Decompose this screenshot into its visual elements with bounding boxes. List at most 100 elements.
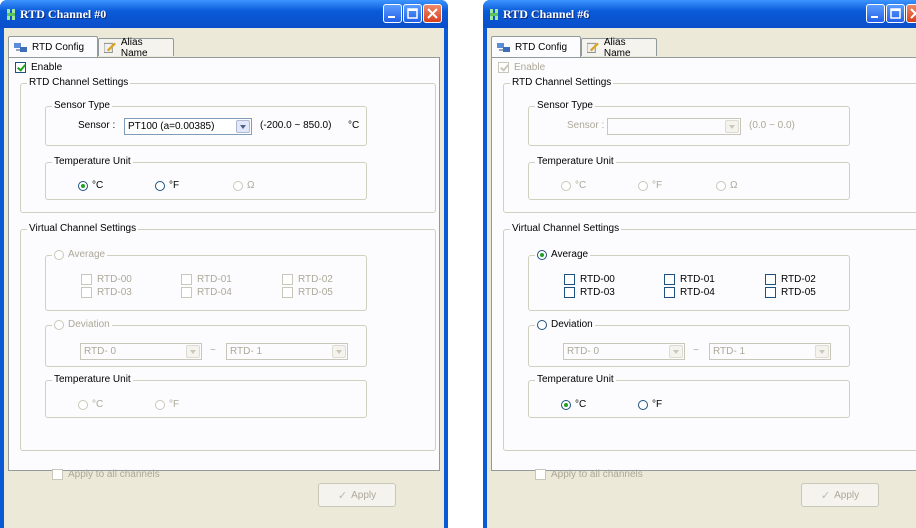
checkbox-rtd-04[interactable]: RTD-04 bbox=[181, 287, 232, 298]
option-label: °C bbox=[575, 180, 587, 191]
checkbox-rtd-02[interactable]: RTD-02 bbox=[765, 274, 816, 285]
minimize-button[interactable] bbox=[383, 4, 402, 23]
maximize-button[interactable] bbox=[886, 4, 905, 23]
maximize-button[interactable] bbox=[403, 4, 422, 23]
deviation-from-select[interactable]: RTD- 0 bbox=[563, 343, 685, 360]
deviation-label: Deviation bbox=[68, 319, 110, 330]
average-radio[interactable]: Average bbox=[52, 249, 108, 260]
chevron-down-icon[interactable] bbox=[725, 120, 739, 133]
radio-icon[interactable] bbox=[78, 180, 88, 191]
virtual-temperature-unit-group: Temperature Unit °C °F bbox=[45, 374, 367, 418]
checkbox-box[interactable] bbox=[181, 287, 192, 298]
unit-radio-celsius[interactable]: °C bbox=[561, 180, 586, 191]
sensor-label: Sensor : bbox=[78, 120, 116, 131]
radio-icon[interactable] bbox=[638, 180, 648, 191]
radio-icon[interactable] bbox=[155, 180, 165, 191]
temperature-unit-group: Temperature Unit °C °F Ω bbox=[45, 156, 367, 200]
virtual-unit-radio-fahrenheit[interactable]: °F bbox=[638, 399, 662, 410]
checkbox-box[interactable] bbox=[564, 274, 575, 285]
checkbox-rtd-01[interactable]: RTD-01 bbox=[181, 274, 232, 285]
checkbox-box[interactable] bbox=[664, 274, 675, 285]
radio-icon[interactable] bbox=[233, 180, 243, 191]
checkbox-box[interactable] bbox=[664, 287, 675, 298]
average-group: Average RTD-00 RTD-01 RTD-02 RTD-03 RTD-… bbox=[528, 249, 850, 311]
checkbox-rtd-03[interactable]: RTD-03 bbox=[81, 287, 132, 298]
unit-radio-celsius[interactable]: °C bbox=[78, 180, 103, 191]
minimize-button[interactable] bbox=[866, 4, 885, 23]
virtual-unit-radio-celsius[interactable]: °C bbox=[561, 399, 586, 410]
tab-alias-name[interactable]: Alias Name bbox=[98, 37, 174, 59]
enable-checkbox-box[interactable] bbox=[15, 62, 26, 73]
average-radio[interactable]: Average bbox=[535, 249, 591, 260]
minimize-icon bbox=[871, 16, 878, 18]
checkbox-box[interactable] bbox=[282, 274, 293, 285]
window-title: RTD Channel #0 bbox=[20, 7, 107, 21]
checkbox-rtd-04[interactable]: RTD-04 bbox=[664, 287, 715, 298]
apply-button[interactable]: ✓ Apply bbox=[318, 483, 396, 507]
checkbox-box[interactable] bbox=[181, 274, 192, 285]
checkbox-box[interactable] bbox=[765, 274, 776, 285]
radio-icon[interactable] bbox=[561, 180, 571, 191]
unit-radio-fahrenheit[interactable]: °F bbox=[155, 180, 179, 191]
unit-radio-ohm[interactable]: Ω bbox=[233, 180, 254, 191]
checkbox-rtd-00[interactable]: RTD-00 bbox=[564, 274, 615, 285]
apply-all-checkbox[interactable]: Apply to all channels bbox=[52, 469, 160, 480]
virtual-unit-radio-celsius[interactable]: °C bbox=[78, 399, 103, 410]
chevron-down-icon[interactable] bbox=[186, 345, 200, 358]
radio-icon[interactable] bbox=[638, 399, 648, 410]
checkbox-rtd-03[interactable]: RTD-03 bbox=[564, 287, 615, 298]
tab-alias-name[interactable]: Alias Name bbox=[581, 37, 657, 59]
enable-checkbox-box[interactable] bbox=[498, 62, 509, 73]
tab-rtd-config[interactable]: RTD Config bbox=[8, 36, 98, 57]
deviation-to-select[interactable]: RTD- 1 bbox=[709, 343, 831, 360]
close-button[interactable] bbox=[423, 4, 442, 23]
radio-icon[interactable] bbox=[537, 249, 547, 260]
chevron-down-icon[interactable] bbox=[332, 345, 346, 358]
tab-label: RTD Config bbox=[32, 41, 85, 53]
checkbox-label: RTD-04 bbox=[197, 287, 232, 298]
checkbox-box[interactable] bbox=[81, 274, 92, 285]
close-button[interactable] bbox=[906, 4, 916, 23]
radio-icon[interactable] bbox=[537, 319, 547, 330]
title-bar[interactable]: RTD Channel #0 bbox=[0, 0, 448, 28]
tab-rtd-config[interactable]: RTD Config bbox=[491, 36, 581, 57]
checkbox-rtd-01[interactable]: RTD-01 bbox=[664, 274, 715, 285]
sensor-select[interactable] bbox=[607, 118, 741, 135]
group-title: Temperature Unit bbox=[535, 156, 616, 167]
checkbox-rtd-05[interactable]: RTD-05 bbox=[765, 287, 816, 298]
radio-icon[interactable] bbox=[561, 399, 571, 410]
radio-icon[interactable] bbox=[78, 399, 88, 410]
checkbox-box[interactable] bbox=[52, 469, 63, 480]
virtual-unit-radio-fahrenheit[interactable]: °F bbox=[155, 399, 179, 410]
checkbox-rtd-02[interactable]: RTD-02 bbox=[282, 274, 333, 285]
enable-checkbox[interactable]: Enable bbox=[498, 62, 545, 73]
rtd-channel-settings-group: RTD Channel Settings Sensor Type Sensor … bbox=[20, 77, 436, 213]
chevron-down-icon[interactable] bbox=[236, 120, 250, 133]
checkbox-box[interactable] bbox=[282, 287, 293, 298]
checkbox-box[interactable] bbox=[564, 287, 575, 298]
chevron-down-icon[interactable] bbox=[815, 345, 829, 358]
title-bar[interactable]: RTD Channel #6 bbox=[483, 0, 916, 28]
unit-radio-ohm[interactable]: Ω bbox=[716, 180, 737, 191]
rtd-config-panel: Enable RTD Channel Settings Sensor Type … bbox=[491, 57, 916, 471]
checkbox-box[interactable] bbox=[765, 287, 776, 298]
checkbox-rtd-00[interactable]: RTD-00 bbox=[81, 274, 132, 285]
chevron-down-icon[interactable] bbox=[669, 345, 683, 358]
deviation-radio[interactable]: Deviation bbox=[535, 319, 595, 330]
deviation-from-select[interactable]: RTD- 0 bbox=[80, 343, 202, 360]
checkbox-box[interactable] bbox=[81, 287, 92, 298]
deviation-to-select[interactable]: RTD- 1 bbox=[226, 343, 348, 360]
unit-radio-fahrenheit[interactable]: °F bbox=[638, 180, 662, 191]
radio-icon[interactable] bbox=[54, 319, 64, 330]
checkbox-label: RTD-03 bbox=[97, 287, 132, 298]
checkbox-rtd-05[interactable]: RTD-05 bbox=[282, 287, 333, 298]
sensor-select[interactable]: PT100 (a=0.00385) bbox=[124, 118, 252, 135]
apply-button[interactable]: ✓ Apply bbox=[801, 483, 879, 507]
checkbox-box[interactable] bbox=[535, 469, 546, 480]
radio-icon[interactable] bbox=[716, 180, 726, 191]
apply-all-checkbox[interactable]: Apply to all channels bbox=[535, 469, 643, 480]
radio-icon[interactable] bbox=[155, 399, 165, 410]
enable-checkbox[interactable]: Enable bbox=[15, 62, 62, 73]
radio-icon[interactable] bbox=[54, 249, 64, 260]
deviation-radio[interactable]: Deviation bbox=[52, 319, 112, 330]
